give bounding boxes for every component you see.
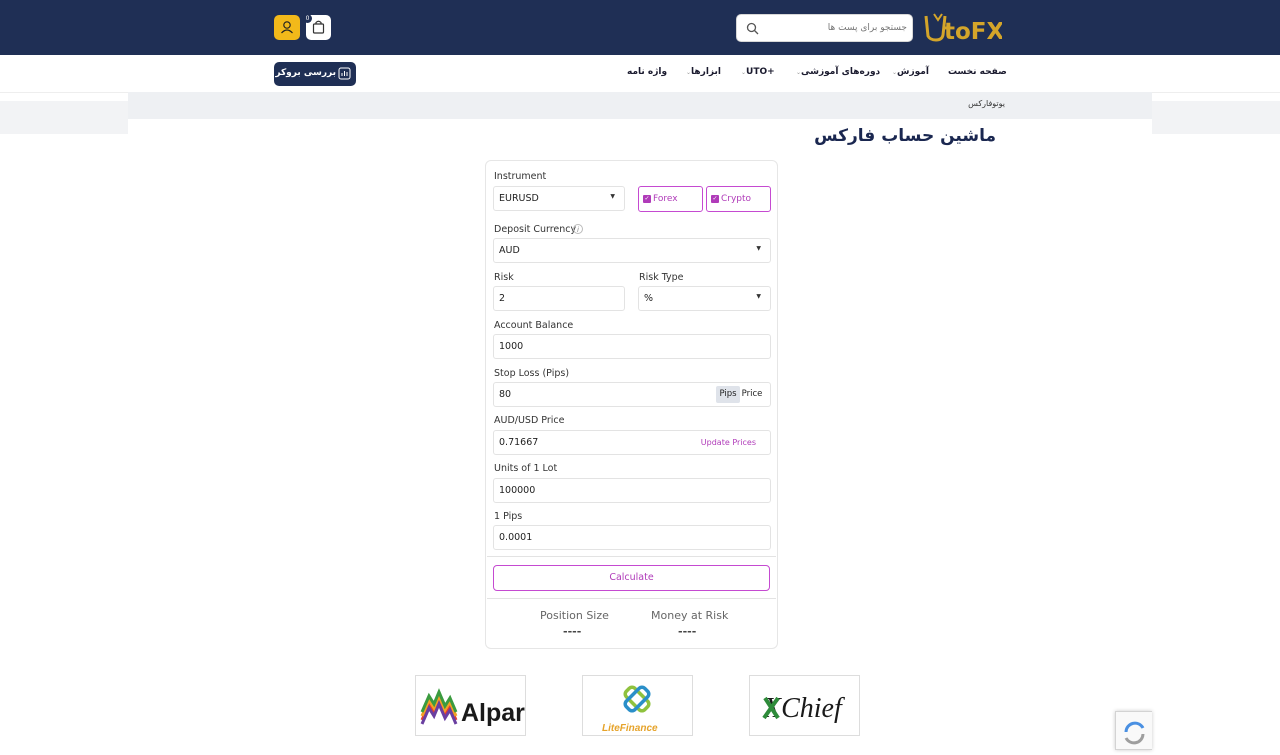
checkbox-icon: ✓ [643, 195, 651, 203]
broker-logo-xchief[interactable]: XChief [749, 675, 860, 736]
nav-home[interactable]: صفحه نخست [948, 67, 1007, 77]
user-account-button[interactable] [274, 15, 300, 40]
forex-toggle[interactable]: ✓ Forex [638, 186, 703, 212]
stop-loss-label: Stop Loss (Pips) [494, 368, 570, 379]
money-at-risk-value: ---- [678, 625, 697, 638]
svg-text:XChief: XChief [763, 693, 845, 724]
nav-uto-plus[interactable]: ⌄UTO+ [738, 67, 775, 77]
crypto-toggle[interactable]: ✓ Crypto [706, 186, 771, 212]
units-label: Units of 1 Lot [494, 463, 558, 474]
position-size-value: ---- [563, 625, 582, 638]
nav-courses[interactable]: ⌄دوره‌های آموزشی [793, 67, 880, 77]
svg-text:Alpari: Alpari [461, 699, 525, 727]
breadcrumb[interactable]: یوتوفارکس [940, 99, 1005, 108]
instrument-select[interactable]: EURUSD ▼ [493, 186, 625, 211]
account-balance-label: Account Balance [494, 320, 574, 331]
deposit-currency-label: Deposit Currency [494, 224, 577, 235]
chart-icon [338, 67, 351, 80]
search-input[interactable] [767, 15, 911, 41]
nav-education[interactable]: ⌄آموزش [889, 67, 929, 77]
account-balance-input[interactable]: 1000 [493, 334, 771, 359]
broker-logo-alpari[interactable]: Alpari [415, 675, 526, 736]
recaptcha-icon [1124, 721, 1145, 745]
cart-count-badge: 0 [303, 14, 312, 23]
units-input[interactable]: 100000 [493, 478, 771, 503]
position-size-label: Position Size [540, 609, 609, 622]
calculate-button[interactable]: Calculate [493, 565, 770, 591]
pips-input[interactable]: 0.0001 [493, 525, 771, 550]
checkbox-icon: ✓ [711, 195, 719, 203]
site-logo[interactable]: toFX [924, 10, 1005, 45]
price-input[interactable]: 0.71667 Update Prices [493, 430, 771, 455]
dropdown-arrow-icon: ▼ [756, 293, 761, 300]
pips-tab[interactable]: Pips [716, 386, 740, 403]
top-header [0, 0, 1280, 55]
price-label: AUD/USD Price [494, 415, 565, 426]
dropdown-arrow-icon: ▼ [610, 193, 615, 200]
deposit-currency-select[interactable]: AUD ▼ [493, 238, 771, 263]
info-icon[interactable]: i [573, 224, 583, 234]
nav-tools[interactable]: ⌄ابزارها [683, 67, 721, 77]
money-at-risk-label: Money at Risk [651, 609, 729, 622]
divider [487, 598, 776, 599]
instrument-label: Instrument [494, 171, 547, 182]
svg-text:LiteFinance: LiteFinance [602, 723, 658, 734]
recaptcha-badge[interactable] [1115, 711, 1152, 750]
nav-glossary[interactable]: واژه نامه [627, 67, 667, 77]
risk-type-select[interactable]: % ▼ [638, 286, 771, 311]
search-box[interactable] [736, 14, 913, 42]
price-tab[interactable]: Price [740, 386, 764, 403]
broker-logo-litefinance[interactable]: LiteFinance [582, 675, 693, 736]
risk-type-label: Risk Type [639, 272, 684, 283]
svg-text:toFX: toFX [944, 19, 1002, 44]
search-icon[interactable] [746, 22, 759, 35]
pips-label: 1 Pips [494, 511, 523, 522]
risk-input[interactable]: 2 [493, 286, 625, 311]
content-top [128, 119, 1152, 134]
user-icon [281, 21, 293, 34]
update-prices-link[interactable]: Update Prices [701, 438, 756, 447]
divider [487, 556, 776, 557]
page-title: ماشین حساب فارکس [814, 126, 996, 146]
broker-review-button[interactable]: بررسی بروکر ها [263, 62, 356, 86]
dropdown-arrow-icon: ▼ [756, 245, 761, 252]
risk-label: Risk [494, 272, 514, 283]
